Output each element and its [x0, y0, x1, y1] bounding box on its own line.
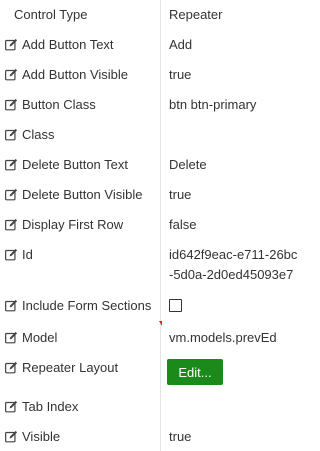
property-grid: Control Type Repeater Add Button Text Ad… [0, 0, 306, 451]
column-divider [160, 0, 161, 451]
include-form-sections-checkbox[interactable] [169, 299, 182, 312]
edit-icon[interactable] [5, 400, 18, 413]
property-name: Model [22, 330, 58, 345]
property-name: Tab Index [22, 399, 79, 414]
property-name: Display First Row [22, 217, 124, 232]
property-name: Add Button Visible [22, 67, 128, 82]
property-name: Add Button Text [22, 37, 114, 52]
property-name: Button Class [22, 97, 96, 112]
property-value: Delete [169, 157, 207, 172]
modified-marker [159, 321, 162, 326]
repeater-layout-edit-button[interactable]: Edit... [167, 359, 223, 385]
property-value: true [169, 67, 192, 82]
property-name: Delete Button Visible [22, 187, 143, 202]
edit-icon[interactable] [5, 98, 18, 111]
edit-icon[interactable] [5, 68, 18, 81]
edit-icon[interactable] [5, 430, 18, 443]
edit-icon[interactable] [5, 38, 18, 51]
edit-icon[interactable] [5, 248, 18, 261]
property-name: Id [22, 247, 33, 262]
edit-icon[interactable] [5, 218, 18, 231]
property-name: Visible [22, 429, 61, 444]
property-value: Repeater [169, 7, 223, 22]
property-value: true [169, 187, 192, 202]
property-name: Include Form Sections [22, 298, 152, 313]
edit-icon[interactable] [5, 331, 18, 344]
edit-icon[interactable] [5, 158, 18, 171]
property-value: id642f9eac-e711-26bc-5d0a-2d0ed45093e7 [169, 247, 298, 282]
edit-icon[interactable] [5, 361, 18, 374]
property-name: Delete Button Text [22, 157, 128, 172]
property-value: false [169, 217, 197, 232]
property-name: Class [22, 127, 55, 142]
property-value: true [169, 429, 192, 444]
edit-icon[interactable] [5, 299, 18, 312]
property-name: Control Type [14, 7, 88, 22]
edit-icon[interactable] [5, 128, 18, 141]
edit-icon[interactable] [5, 188, 18, 201]
property-name: Repeater Layout [22, 360, 119, 375]
property-value: btn btn-primary [169, 97, 257, 112]
property-value: vm.models.prevEd [169, 330, 277, 345]
property-value: Add [169, 37, 193, 52]
